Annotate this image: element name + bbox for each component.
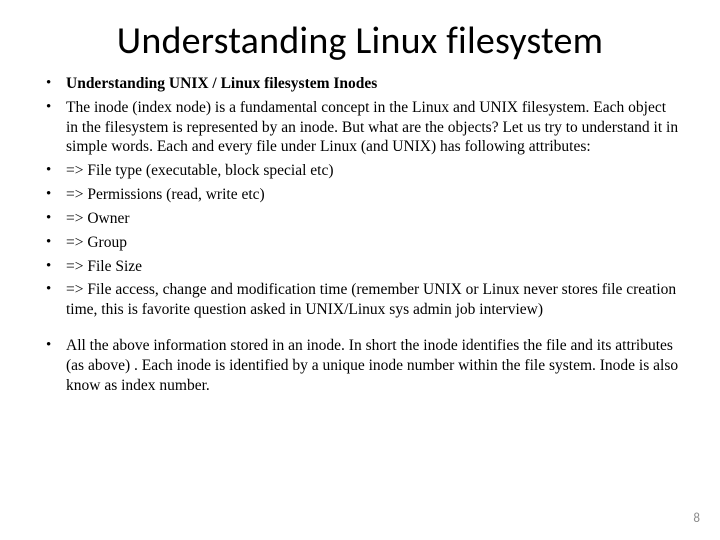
bullet-list: Understanding UNIX / Linux filesystem In… (40, 74, 680, 396)
bullet-text: => Group (66, 234, 127, 251)
bullet-item: => File type (executable, block special … (46, 161, 680, 181)
bullet-text: => Owner (66, 210, 130, 227)
bullet-text: All the above information stored in an i… (66, 337, 678, 394)
bullet-item: => Permissions (read, write etc) (46, 185, 680, 205)
bullet-item: All the above information stored in an i… (46, 336, 680, 395)
bullet-item: => Group (46, 233, 680, 253)
bullet-text: => File Size (66, 258, 142, 275)
bullet-item: Understanding UNIX / Linux filesystem In… (46, 74, 680, 94)
bullet-item: The inode (index node) is a fundamental … (46, 98, 680, 157)
bullet-item: => File Size (46, 257, 680, 277)
bullet-item: => File access, change and modification … (46, 280, 680, 320)
slide: Understanding Linux filesystem Understan… (0, 0, 720, 540)
page-number: 8 (693, 511, 700, 526)
bullet-item: => Owner (46, 209, 680, 229)
bullet-text: => Permissions (read, write etc) (66, 186, 265, 203)
bullet-text: The inode (index node) is a fundamental … (66, 99, 678, 156)
bullet-text: Understanding UNIX / Linux filesystem In… (66, 75, 377, 92)
bullet-text: => File type (executable, block special … (66, 162, 334, 179)
bullet-text: => File access, change and modification … (66, 281, 676, 318)
page-title: Understanding Linux filesystem (40, 18, 680, 64)
